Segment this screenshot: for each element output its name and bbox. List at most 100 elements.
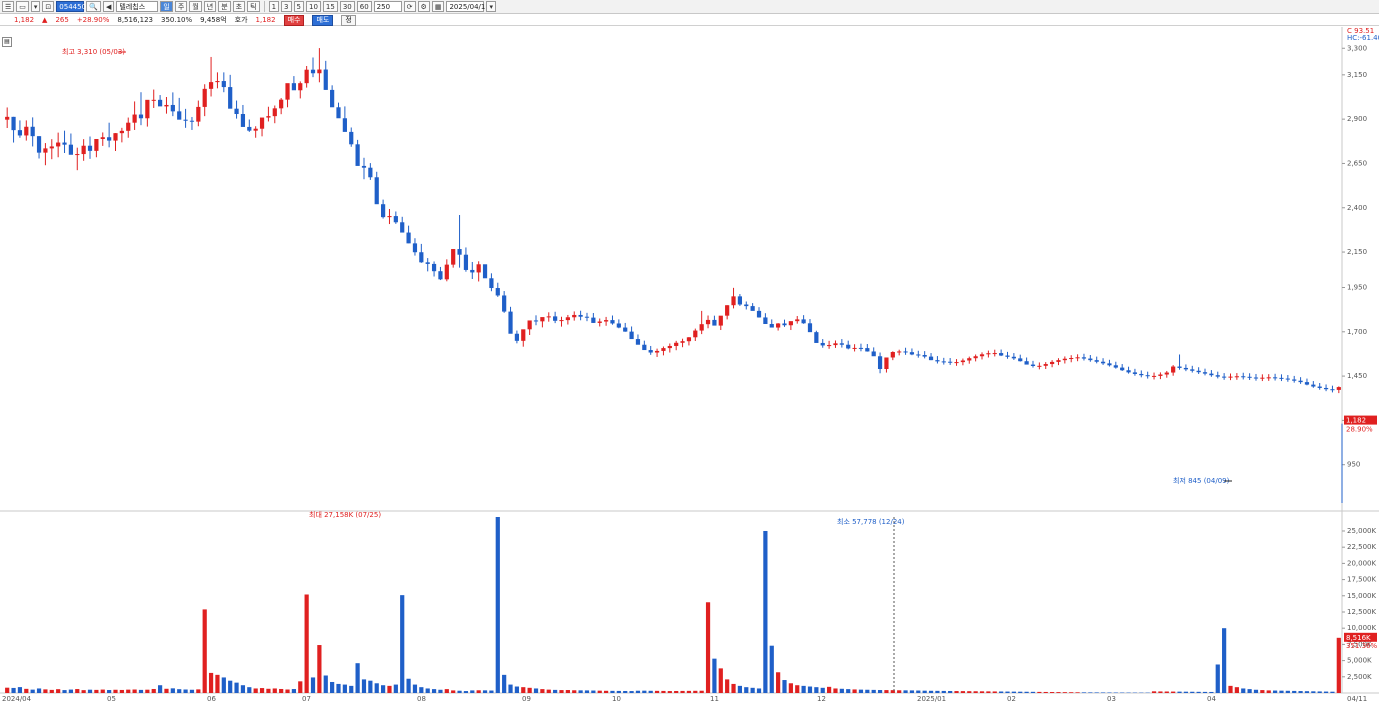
volume-bar [572,690,577,693]
candle-body [1285,378,1290,380]
stock-name-field[interactable]: 텔레칩스 [116,1,159,12]
volume-bar [94,689,99,693]
volume-bar [215,674,220,693]
layout-icon[interactable]: ▭ [16,1,29,12]
volume-bar [795,685,800,693]
candle-body [387,216,392,218]
candle-body [954,362,959,364]
candle-body [393,216,398,223]
candle-body [183,119,188,121]
volume-bar [336,683,341,693]
prev-stock-icon[interactable]: ◀ [103,1,115,12]
date-input[interactable]: 2025/04/11 [446,1,490,12]
candle-body [801,319,806,324]
interval-60-button[interactable]: 60 [356,1,372,12]
volume-bar [1151,691,1157,693]
volume-bar [1005,691,1010,693]
chevron-down-icon[interactable]: ▾ [486,1,496,12]
correction-button[interactable]: 정 [341,14,356,26]
interval-1-button[interactable]: 1 [268,1,280,12]
interval-5-button[interactable]: 5 [293,1,304,12]
candle-body [1190,369,1195,371]
up-arrow-icon: ▲ [42,16,48,24]
volume-bar [317,645,322,693]
search-icon[interactable]: 🔍 [86,1,102,12]
volume-bar [355,663,360,693]
candle-body [1005,355,1010,357]
volume-max-annotation: 최대 27,158K (07/25) [309,510,381,519]
sell-button[interactable]: 매도 [312,14,334,26]
volume-bar [266,688,271,693]
stock-code-input[interactable]: 054450 [56,1,86,12]
candle-body [374,177,379,205]
candle-body [444,264,449,280]
chevron-down-icon[interactable]: ▾ [30,1,41,12]
volume-bar [349,685,354,693]
volume-bar [157,685,163,693]
period-tick-button[interactable]: 틱 [247,1,260,12]
volume-bar [145,689,150,693]
interval-10-button[interactable]: 10 [305,1,321,12]
candle-body [514,333,520,341]
window-menu-icon[interactable]: ☰ [2,1,15,12]
volume-bar [81,690,86,693]
period-minute-button[interactable]: 분 [218,1,231,12]
interval-15-button[interactable]: 15 [322,1,338,12]
ma-label: HC:-61.40 [1347,34,1379,42]
volume-bar [540,689,545,693]
candle-body [1202,372,1208,374]
candle-body [1024,361,1029,365]
volume-axis-label: 20,000K [1347,559,1376,567]
volume-bar [1234,687,1239,693]
volume-bar [1311,691,1316,693]
candle-body [546,316,551,318]
interval-3-button[interactable]: 3 [281,1,292,12]
volume-bar [782,680,787,693]
interval-30-button[interactable]: 30 [339,1,355,12]
candle-body [597,321,602,323]
candle-body [1292,379,1297,381]
volume-bar [183,689,188,693]
candle-body [43,148,48,153]
period-year-button[interactable]: 년 [203,1,217,12]
candle-body [1069,358,1074,360]
volume-axis-label: 17,500K [1347,576,1376,584]
time-axis-label: 04 [1207,695,1216,702]
period-day-button[interactable]: 일 [160,1,173,12]
volume-bar [310,677,316,693]
candle-body [814,332,819,343]
volume-bar [1330,691,1335,693]
lock-icon[interactable]: ⊡ [42,1,55,12]
calendar-icon[interactable]: ▦ [431,1,445,12]
refresh-icon[interactable]: ⟳ [403,1,416,12]
volume-bar [482,690,488,693]
gear-icon[interactable]: ⚙ [417,1,430,12]
candle-body [81,145,86,155]
volume-axis-label: 15,000K [1347,592,1376,600]
buy-button[interactable]: 매수 [283,14,305,26]
volume-bar [1062,692,1067,693]
candle-body [979,354,985,357]
period-week-button[interactable]: 주 [174,1,188,12]
volume-bar [361,679,367,693]
time-axis-label: 12 [817,695,826,702]
volume-bar [36,688,42,693]
period-month-button[interactable]: 월 [189,1,202,12]
volume-bar [368,680,373,693]
volume-bar [1228,685,1233,693]
candle-body [521,329,526,341]
volume-bar [737,685,743,693]
candle-body [897,351,902,353]
volume-ratio: 350.10% [161,16,193,24]
volume-bar [801,685,806,693]
volume-value: 8,516,123 [117,16,154,24]
candle-body [1011,356,1016,359]
volume-bar [438,689,443,693]
current-price: 1,182 [14,16,35,24]
candle-body [170,104,175,112]
volume-bar [24,688,29,693]
candle-body [87,145,93,151]
volume-bar [49,689,54,693]
period-second-button[interactable]: 초 [232,1,246,12]
count-input[interactable]: 250 [373,1,402,12]
